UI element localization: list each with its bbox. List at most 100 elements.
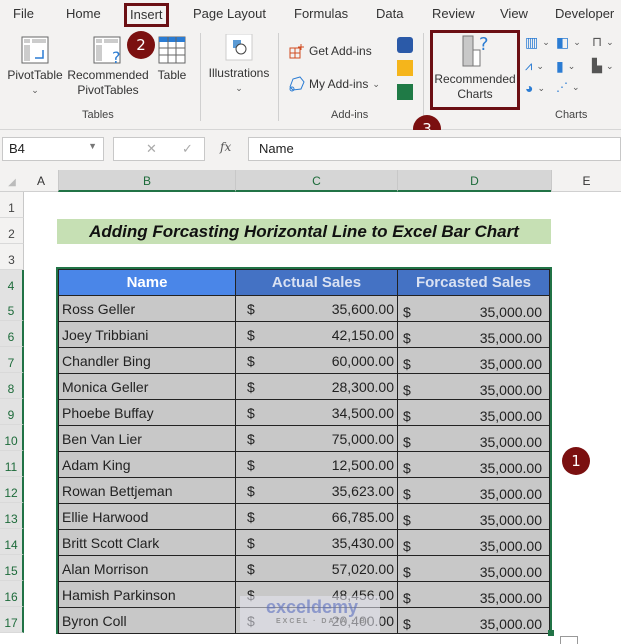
row-header-15[interactable]: 15 [0, 555, 24, 581]
quick-analysis-icon[interactable] [560, 636, 578, 644]
forcasted-sales-cell[interactable]: $35,000.00 [397, 399, 550, 426]
row-header-10[interactable]: 10 [0, 425, 24, 451]
actual-sales-cell[interactable]: $42,150.00 [235, 321, 398, 348]
name-cell[interactable]: Adam King [58, 451, 236, 478]
currency-symbol: $ [403, 615, 411, 632]
people-graph-icon[interactable] [397, 84, 413, 100]
column-header-a[interactable]: A [24, 170, 58, 192]
row-header-16[interactable]: 16 [0, 581, 24, 607]
chevron-down-icon[interactable]: ▼ [88, 141, 97, 151]
name-cell[interactable]: Britt Scott Clark [58, 529, 236, 556]
row-header-1[interactable]: 1 [0, 192, 24, 218]
header-forcasted-sales[interactable]: Forcasted Sales [397, 269, 550, 296]
name-cell[interactable]: Byron Coll [58, 607, 236, 634]
column-header-b[interactable]: B [58, 170, 235, 192]
forcasted-sales-cell[interactable]: $35,000.00 [397, 477, 550, 504]
my-addins-button[interactable]: My Add-ins ⌄ [289, 76, 380, 92]
select-all-corner[interactable]: ◢ [0, 170, 24, 192]
row-header-4[interactable]: 4 [0, 270, 24, 296]
name-cell[interactable]: Chandler Bing [58, 347, 236, 374]
row-header-5[interactable]: 5 [0, 295, 24, 321]
row-header-9[interactable]: 9 [0, 399, 24, 425]
row-header-11[interactable]: 11 [0, 451, 24, 477]
forcasted-sales-cell[interactable]: $35,000.00 [397, 503, 550, 530]
amount: 35,000.00 [479, 485, 542, 502]
tab-home[interactable]: Home [66, 6, 101, 21]
line-chart-button[interactable]: ⩘ ⌄ [525, 58, 544, 74]
pivottable-button[interactable]: PivotTable ⌄ [5, 36, 65, 98]
formula-input[interactable]: Name [248, 137, 621, 161]
hierarchy-chart-button[interactable]: ◧ ⌄ [556, 34, 581, 51]
actual-sales-cell[interactable]: $75,000.00 [235, 425, 398, 452]
cancel-icon[interactable]: ✕ [146, 141, 157, 157]
forcasted-sales-cell[interactable]: $35,000.00 [397, 373, 550, 400]
row-header-7[interactable]: 7 [0, 347, 24, 373]
forcasted-sales-cell[interactable]: $35,000.00 [397, 529, 550, 556]
tab-review[interactable]: Review [432, 6, 475, 21]
sheet-title[interactable]: Adding Forcasting Horizontal Line to Exc… [57, 219, 551, 244]
forcasted-sales-cell[interactable]: $35,000.00 [397, 347, 550, 374]
visio-icon[interactable] [397, 37, 413, 53]
row-header-12[interactable]: 12 [0, 477, 24, 503]
tab-formulas[interactable]: Formulas [294, 6, 348, 21]
forcasted-sales-cell[interactable]: $35,000.00 [397, 295, 550, 322]
tab-data[interactable]: Data [376, 6, 403, 21]
statistic-chart-button[interactable]: ▮ ⌄ [556, 58, 575, 75]
combo-chart-button[interactable]: ▙ ⌄ [592, 58, 614, 74]
scatter-chart-button[interactable]: ⋰ ⌄ [556, 80, 580, 94]
actual-sales-cell[interactable]: $60,000.00 [235, 347, 398, 374]
column-header-e[interactable]: E [551, 170, 621, 192]
name-cell[interactable]: Hamish Parkinson [58, 581, 236, 608]
row-header-8[interactable]: 8 [0, 373, 24, 399]
enter-icon[interactable]: ✓ [182, 141, 193, 157]
name-cell[interactable]: Ross Geller [58, 295, 236, 322]
waterfall-chart-button[interactable]: ⊓ ⌄ [592, 34, 614, 50]
tab-insert[interactable]: Insert [124, 3, 169, 27]
row-header-13[interactable]: 13 [0, 503, 24, 529]
forcasted-sales-cell[interactable]: $35,000.00 [397, 607, 550, 634]
name-cell[interactable]: Rowan Bettjeman [58, 477, 236, 504]
row-header-14[interactable]: 14 [0, 529, 24, 555]
forcasted-sales-cell[interactable]: $35,000.00 [397, 555, 550, 582]
row-header-3[interactable]: 3 [0, 244, 24, 270]
tab-developer[interactable]: Developer [555, 6, 614, 21]
actual-sales-cell[interactable]: $35,600.00 [235, 295, 398, 322]
actual-sales-cell[interactable]: $28,300.00 [235, 373, 398, 400]
forcasted-sales-cell[interactable]: $35,000.00 [397, 425, 550, 452]
fill-handle[interactable] [548, 630, 554, 636]
illustrations-button[interactable]: Illustrations ⌄ [206, 33, 272, 96]
column-header-c[interactable]: C [235, 170, 397, 192]
forcasted-sales-cell[interactable]: $35,000.00 [397, 451, 550, 478]
column-header-d[interactable]: D [397, 170, 551, 192]
forcasted-sales-cell[interactable]: $35,000.00 [397, 581, 550, 608]
name-cell[interactable]: Joey Tribbiani [58, 321, 236, 348]
actual-sales-cell[interactable]: $57,020.00 [235, 555, 398, 582]
actual-sales-cell[interactable]: $34,500.00 [235, 399, 398, 426]
row-header-6[interactable]: 6 [0, 321, 24, 347]
get-addins-button[interactable]: Get Add-ins [289, 43, 372, 59]
row-header-2[interactable]: 2 [0, 218, 24, 244]
actual-sales-cell[interactable]: $35,623.00 [235, 477, 398, 504]
table-button[interactable]: Table [154, 36, 190, 83]
tab-file[interactable]: File [13, 6, 34, 21]
pie-chart-button[interactable]: ◕ ⌄ [525, 80, 545, 96]
name-cell[interactable]: Alan Morrison [58, 555, 236, 582]
name-cell[interactable]: Ellie Harwood [58, 503, 236, 530]
name-cell[interactable]: Ben Van Lier [58, 425, 236, 452]
bing-maps-icon[interactable] [397, 60, 413, 76]
insert-function-icon[interactable]: fx [220, 140, 231, 154]
header-name[interactable]: Name [58, 269, 236, 296]
tab-page-layout[interactable]: Page Layout [193, 6, 266, 21]
currency-value: $35,000.00 [401, 584, 546, 606]
name-box[interactable]: B4 ▼ [2, 137, 104, 161]
forcasted-sales-cell[interactable]: $35,000.00 [397, 321, 550, 348]
header-actual-sales[interactable]: Actual Sales [235, 269, 398, 296]
tab-view[interactable]: View [500, 6, 528, 21]
actual-sales-cell[interactable]: $12,500.00 [235, 451, 398, 478]
actual-sales-cell[interactable]: $35,430.00 [235, 529, 398, 556]
row-header-17[interactable]: 17 [0, 607, 24, 633]
actual-sales-cell[interactable]: $66,785.00 [235, 503, 398, 530]
name-cell[interactable]: Monica Geller [58, 373, 236, 400]
name-cell[interactable]: Phoebe Buffay [58, 399, 236, 426]
column-chart-button[interactable]: ▥ ⌄ [525, 34, 550, 51]
